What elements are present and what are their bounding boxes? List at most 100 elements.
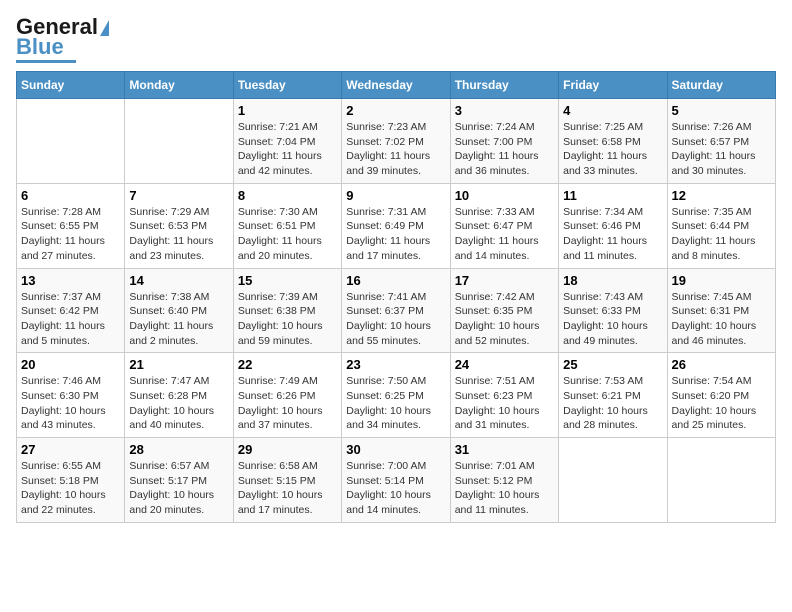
day-info: Sunrise: 7:35 AM Sunset: 6:44 PM Dayligh…	[672, 205, 771, 264]
weekday-header-wednesday: Wednesday	[342, 72, 450, 99]
day-info: Sunrise: 7:29 AM Sunset: 6:53 PM Dayligh…	[129, 205, 228, 264]
day-info: Sunrise: 7:45 AM Sunset: 6:31 PM Dayligh…	[672, 290, 771, 349]
calendar-cell: 1 Sunrise: 7:21 AM Sunset: 7:04 PM Daylig…	[233, 99, 341, 184]
logo-underline	[16, 60, 76, 63]
calendar-table: SundayMondayTuesdayWednesdayThursdayFrid…	[16, 71, 776, 523]
day-info: Sunrise: 7:53 AM Sunset: 6:21 PM Dayligh…	[563, 374, 662, 433]
day-number: 24	[455, 357, 554, 372]
day-info: Sunrise: 7:39 AM Sunset: 6:38 PM Dayligh…	[238, 290, 337, 349]
weekday-header-saturday: Saturday	[667, 72, 775, 99]
day-info: Sunrise: 7:34 AM Sunset: 6:46 PM Dayligh…	[563, 205, 662, 264]
day-number: 9	[346, 188, 445, 203]
day-number: 4	[563, 103, 662, 118]
day-info: Sunrise: 7:38 AM Sunset: 6:40 PM Dayligh…	[129, 290, 228, 349]
day-number: 16	[346, 273, 445, 288]
day-info: Sunrise: 7:54 AM Sunset: 6:20 PM Dayligh…	[672, 374, 771, 433]
day-info: Sunrise: 7:33 AM Sunset: 6:47 PM Dayligh…	[455, 205, 554, 264]
calendar-cell: 18Sunrise: 7:43 AM Sunset: 6:33 PM Dayli…	[559, 268, 667, 353]
page-header: General Blue	[16, 16, 776, 63]
day-info: Sunrise: 7:51 AM Sunset: 6:23 PM Dayligh…	[455, 374, 554, 433]
day-info: Sunrise: 7:43 AM Sunset: 6:33 PM Dayligh…	[563, 290, 662, 349]
calendar-cell: 27 Sunrise: 6:55 AM Sunset: 5:18 PM Dayli…	[17, 438, 125, 523]
calendar-cell: 20 Sunrise: 7:46 AM Sunset: 6:30 PM Dayli…	[17, 353, 125, 438]
weekday-header-monday: Monday	[125, 72, 233, 99]
calendar-week-3: 13Sunrise: 7:37 AM Sunset: 6:42 PM Dayli…	[17, 268, 776, 353]
day-number: 30	[346, 442, 445, 457]
day-number: 20	[21, 357, 120, 372]
day-number: 21	[129, 357, 228, 372]
day-number: 23	[346, 357, 445, 372]
calendar-cell: 25 Sunrise: 7:53 AM Sunset: 6:21 PM Dayli…	[559, 353, 667, 438]
calendar-cell: 5 Sunrise: 7:26 AM Sunset: 6:57 PM Daylig…	[667, 99, 775, 184]
day-info: Sunrise: 7:42 AM Sunset: 6:35 PM Dayligh…	[455, 290, 554, 349]
day-number: 7	[129, 188, 228, 203]
day-number: 22	[238, 357, 337, 372]
day-number: 28	[129, 442, 228, 457]
day-info: Sunrise: 6:57 AM Sunset: 5:17 PM Dayligh…	[129, 459, 228, 518]
day-number: 3	[455, 103, 554, 118]
day-info: Sunrise: 7:30 AM Sunset: 6:51 PM Dayligh…	[238, 205, 337, 264]
calendar-cell	[559, 438, 667, 523]
calendar-cell: 31 Sunrise: 7:01 AM Sunset: 5:12 PM Dayli…	[450, 438, 558, 523]
day-info: Sunrise: 7:00 AM Sunset: 5:14 PM Dayligh…	[346, 459, 445, 518]
day-info: Sunrise: 7:24 AM Sunset: 7:00 PM Dayligh…	[455, 120, 554, 179]
calendar-cell: 2Sunrise: 7:23 AM Sunset: 7:02 PM Daylig…	[342, 99, 450, 184]
day-number: 25	[563, 357, 662, 372]
day-info: Sunrise: 7:47 AM Sunset: 6:28 PM Dayligh…	[129, 374, 228, 433]
calendar-cell: 14 Sunrise: 7:38 AM Sunset: 6:40 PM Dayli…	[125, 268, 233, 353]
day-number: 31	[455, 442, 554, 457]
calendar-cell: 13Sunrise: 7:37 AM Sunset: 6:42 PM Dayli…	[17, 268, 125, 353]
day-number: 10	[455, 188, 554, 203]
day-info: Sunrise: 6:58 AM Sunset: 5:15 PM Dayligh…	[238, 459, 337, 518]
calendar-cell: 11Sunrise: 7:34 AM Sunset: 6:46 PM Dayli…	[559, 183, 667, 268]
weekday-header-friday: Friday	[559, 72, 667, 99]
day-info: Sunrise: 7:28 AM Sunset: 6:55 PM Dayligh…	[21, 205, 120, 264]
day-info: Sunrise: 6:55 AM Sunset: 5:18 PM Dayligh…	[21, 459, 120, 518]
day-number: 5	[672, 103, 771, 118]
calendar-week-5: 27 Sunrise: 6:55 AM Sunset: 5:18 PM Dayli…	[17, 438, 776, 523]
calendar-cell: 17 Sunrise: 7:42 AM Sunset: 6:35 PM Dayli…	[450, 268, 558, 353]
calendar-cell: 16 Sunrise: 7:41 AM Sunset: 6:37 PM Dayli…	[342, 268, 450, 353]
day-info: Sunrise: 7:21 AM Sunset: 7:04 PM Dayligh…	[238, 120, 337, 179]
day-info: Sunrise: 7:37 AM Sunset: 6:42 PM Dayligh…	[21, 290, 120, 349]
day-number: 15	[238, 273, 337, 288]
calendar-cell: 22Sunrise: 7:49 AM Sunset: 6:26 PM Dayli…	[233, 353, 341, 438]
day-number: 29	[238, 442, 337, 457]
calendar-cell: 30 Sunrise: 7:00 AM Sunset: 5:14 PM Dayli…	[342, 438, 450, 523]
logo-blue: Blue	[16, 36, 64, 58]
day-number: 14	[129, 273, 228, 288]
calendar-cell: 28 Sunrise: 6:57 AM Sunset: 5:17 PM Dayli…	[125, 438, 233, 523]
day-info: Sunrise: 7:31 AM Sunset: 6:49 PM Dayligh…	[346, 205, 445, 264]
calendar-week-4: 20 Sunrise: 7:46 AM Sunset: 6:30 PM Dayli…	[17, 353, 776, 438]
calendar-cell: 4 Sunrise: 7:25 AM Sunset: 6:58 PM Daylig…	[559, 99, 667, 184]
calendar-cell: 8 Sunrise: 7:30 AM Sunset: 6:51 PM Daylig…	[233, 183, 341, 268]
day-number: 12	[672, 188, 771, 203]
calendar-cell: 12 Sunrise: 7:35 AM Sunset: 6:44 PM Dayli…	[667, 183, 775, 268]
calendar-week-2: 6 Sunrise: 7:28 AM Sunset: 6:55 PM Daylig…	[17, 183, 776, 268]
day-number: 6	[21, 188, 120, 203]
day-info: Sunrise: 7:01 AM Sunset: 5:12 PM Dayligh…	[455, 459, 554, 518]
day-number: 17	[455, 273, 554, 288]
calendar-cell: 23Sunrise: 7:50 AM Sunset: 6:25 PM Dayli…	[342, 353, 450, 438]
weekday-header-row: SundayMondayTuesdayWednesdayThursdayFrid…	[17, 72, 776, 99]
day-info: Sunrise: 7:41 AM Sunset: 6:37 PM Dayligh…	[346, 290, 445, 349]
day-number: 19	[672, 273, 771, 288]
calendar-cell: 26Sunrise: 7:54 AM Sunset: 6:20 PM Dayli…	[667, 353, 775, 438]
calendar-cell: 10 Sunrise: 7:33 AM Sunset: 6:47 PM Dayli…	[450, 183, 558, 268]
calendar-cell: 29 Sunrise: 6:58 AM Sunset: 5:15 PM Dayli…	[233, 438, 341, 523]
calendar-cell: 15 Sunrise: 7:39 AM Sunset: 6:38 PM Dayli…	[233, 268, 341, 353]
day-number: 8	[238, 188, 337, 203]
day-info: Sunrise: 7:25 AM Sunset: 6:58 PM Dayligh…	[563, 120, 662, 179]
weekday-header-tuesday: Tuesday	[233, 72, 341, 99]
day-number: 27	[21, 442, 120, 457]
calendar-cell: 19 Sunrise: 7:45 AM Sunset: 6:31 PM Dayli…	[667, 268, 775, 353]
day-info: Sunrise: 7:26 AM Sunset: 6:57 PM Dayligh…	[672, 120, 771, 179]
calendar-cell: 24 Sunrise: 7:51 AM Sunset: 6:23 PM Dayli…	[450, 353, 558, 438]
day-info: Sunrise: 7:46 AM Sunset: 6:30 PM Dayligh…	[21, 374, 120, 433]
logo: General Blue	[16, 16, 109, 63]
calendar-body: 1 Sunrise: 7:21 AM Sunset: 7:04 PM Daylig…	[17, 99, 776, 523]
day-number: 1	[238, 103, 337, 118]
calendar-cell: 9 Sunrise: 7:31 AM Sunset: 6:49 PM Daylig…	[342, 183, 450, 268]
calendar-cell	[125, 99, 233, 184]
calendar-cell: 3 Sunrise: 7:24 AM Sunset: 7:00 PM Daylig…	[450, 99, 558, 184]
